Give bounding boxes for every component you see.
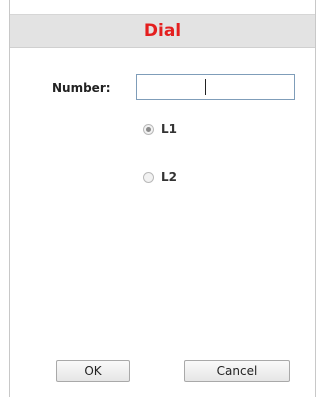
- dial-dialog: Dial Number:: [9, 0, 316, 397]
- dialog-title: Dial: [10, 14, 315, 48]
- line-l2-option[interactable]: L2: [143, 170, 177, 184]
- text-caret: [205, 79, 206, 95]
- l2-radio-button[interactable]: [143, 171, 154, 183]
- l2-label: L2: [161, 170, 177, 184]
- l1-label: L1: [161, 122, 177, 136]
- number-label: Number:: [52, 81, 111, 95]
- line-l1-option[interactable]: L1: [143, 122, 177, 136]
- ok-button[interactable]: OK: [56, 360, 130, 382]
- number-input[interactable]: [136, 74, 295, 100]
- cancel-button[interactable]: Cancel: [184, 360, 290, 382]
- l1-radio-button[interactable]: [143, 123, 154, 135]
